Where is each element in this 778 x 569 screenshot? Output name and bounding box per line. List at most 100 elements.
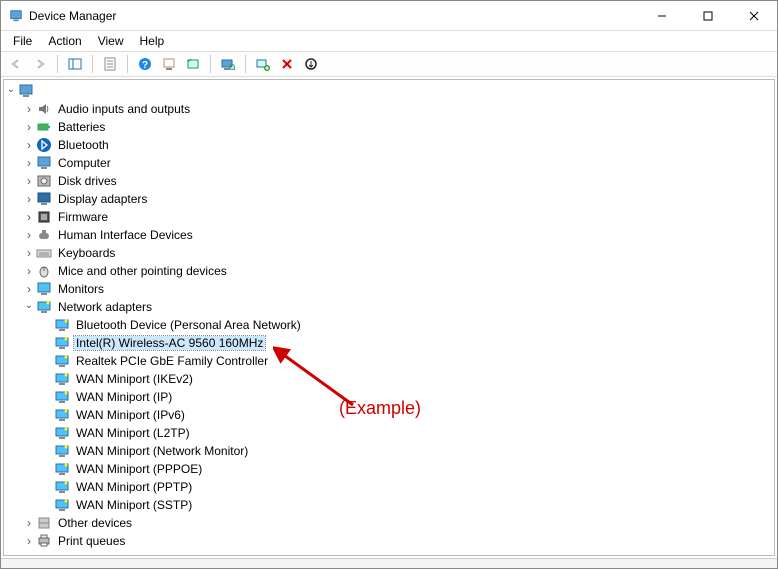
expand-arrow-icon[interactable]	[22, 174, 36, 188]
expand-arrow-icon[interactable]	[22, 264, 36, 278]
computer-icon	[18, 83, 34, 99]
minimize-button[interactable]	[639, 1, 685, 31]
window-controls	[639, 1, 777, 31]
tree-item-label: Display adapters	[56, 192, 149, 206]
tree-device[interactable]: WAN Miniport (IP)	[4, 388, 774, 406]
toolbar: ?	[1, 51, 777, 77]
tree-category[interactable]: Audio inputs and outputs	[4, 100, 774, 118]
update-driver-button[interactable]	[158, 53, 180, 75]
tree-item-label: Monitors	[56, 282, 106, 296]
menu-help[interactable]: Help	[132, 32, 173, 50]
status-bar	[1, 558, 777, 568]
tree-category[interactable]: Keyboards	[4, 244, 774, 262]
tree-item-label: Human Interface Devices	[56, 228, 195, 242]
properties-button[interactable]	[99, 53, 121, 75]
toolbar-separator	[127, 55, 128, 73]
tree-device[interactable]: WAN Miniport (IKEv2)	[4, 370, 774, 388]
tree-item-label: Print queues	[56, 534, 127, 548]
tree-item-label: WAN Miniport (PPTP)	[74, 480, 194, 494]
expand-arrow-icon[interactable]	[4, 86, 18, 97]
uninstall-button[interactable]	[182, 53, 204, 75]
expand-arrow-icon[interactable]	[22, 282, 36, 296]
tree-category[interactable]: Display adapters	[4, 190, 774, 208]
tree-root[interactable]	[4, 82, 774, 100]
tree-category[interactable]: Human Interface Devices	[4, 226, 774, 244]
network-icon	[54, 371, 70, 387]
tree-device[interactable]: Bluetooth Device (Personal Area Network)	[4, 316, 774, 334]
tree-item-label: Keyboards	[56, 246, 117, 260]
network-icon	[54, 461, 70, 477]
remove-button[interactable]	[276, 53, 298, 75]
tree-item-label: Firmware	[56, 210, 110, 224]
tree-device[interactable]: WAN Miniport (IPv6)	[4, 406, 774, 424]
enable-disable-button[interactable]	[300, 53, 322, 75]
close-button[interactable]	[731, 1, 777, 31]
tree-item-label: Batteries	[56, 120, 107, 134]
network-icon	[54, 317, 70, 333]
expand-arrow-icon[interactable]	[22, 120, 36, 134]
other-icon	[36, 515, 52, 531]
add-hardware-button[interactable]	[252, 53, 274, 75]
tree-device[interactable]: WAN Miniport (L2TP)	[4, 424, 774, 442]
tree-item-label: WAN Miniport (SSTP)	[74, 498, 194, 512]
expand-arrow-icon[interactable]	[22, 156, 36, 170]
tree-category[interactable]: Monitors	[4, 280, 774, 298]
network-icon	[54, 389, 70, 405]
tree-category[interactable]: Disk drives	[4, 172, 774, 190]
expand-arrow-icon[interactable]	[22, 210, 36, 224]
expand-arrow-icon[interactable]	[22, 228, 36, 242]
tree-item-label: WAN Miniport (PPPOE)	[74, 462, 204, 476]
expand-arrow-icon[interactable]	[22, 138, 36, 152]
device-tree[interactable]: Audio inputs and outputs Batteries Bluetoo…	[3, 79, 775, 556]
expand-arrow-icon[interactable]	[22, 516, 36, 530]
tree-category[interactable]: Bluetooth	[4, 136, 774, 154]
network-icon	[54, 443, 70, 459]
expand-arrow-icon[interactable]	[22, 102, 36, 116]
tree-category[interactable]: Mice and other pointing devices	[4, 262, 774, 280]
tree-device[interactable]: WAN Miniport (SSTP)	[4, 496, 774, 514]
tree-item-label: WAN Miniport (Network Monitor)	[74, 444, 250, 458]
tree-item-label: Computer	[56, 156, 113, 170]
tree-category[interactable]: Network adapters	[4, 298, 774, 316]
tree-device[interactable]: WAN Miniport (PPPOE)	[4, 460, 774, 478]
tree-item-label: Disk drives	[56, 174, 119, 188]
mouse-icon	[36, 263, 52, 279]
scan-hardware-button[interactable]	[217, 53, 239, 75]
expand-arrow-icon[interactable]	[22, 192, 36, 206]
tree-category[interactable]: Firmware	[4, 208, 774, 226]
expand-arrow-icon[interactable]	[22, 302, 36, 313]
tree-device[interactable]: Realtek PCIe GbE Family Controller	[4, 352, 774, 370]
computer-icon	[36, 155, 52, 171]
expand-arrow-icon[interactable]	[22, 534, 36, 548]
tree-item-label: Audio inputs and outputs	[56, 102, 192, 116]
help-button[interactable]: ?	[134, 53, 156, 75]
tree-category[interactable]: Print queues	[4, 532, 774, 550]
tree-category[interactable]: Other devices	[4, 514, 774, 532]
nav-forward-button[interactable]	[29, 53, 51, 75]
show-hide-tree-button[interactable]	[64, 53, 86, 75]
network-icon	[54, 425, 70, 441]
keyboard-icon	[36, 245, 52, 261]
tree-item-label: Other devices	[56, 516, 134, 530]
tree-device[interactable]: WAN Miniport (Network Monitor)	[4, 442, 774, 460]
tree-device[interactable]: WAN Miniport (PPTP)	[4, 478, 774, 496]
tree-category[interactable]: Computer	[4, 154, 774, 172]
tree-device[interactable]: Intel(R) Wireless-AC 9560 160MHz	[4, 334, 774, 352]
network-icon	[54, 497, 70, 513]
tree-item-label: Bluetooth	[56, 138, 111, 152]
expand-arrow-icon[interactable]	[22, 246, 36, 260]
menu-file[interactable]: File	[5, 32, 40, 50]
nav-back-button[interactable]	[5, 53, 27, 75]
menu-action[interactable]: Action	[40, 32, 89, 50]
tree-item-label: Realtek PCIe GbE Family Controller	[74, 354, 270, 368]
maximize-button[interactable]	[685, 1, 731, 31]
network-icon	[54, 479, 70, 495]
monitor-icon	[36, 281, 52, 297]
bluetooth-icon	[36, 137, 52, 153]
menu-view[interactable]: View	[90, 32, 132, 50]
tree-item-label: Mice and other pointing devices	[56, 264, 229, 278]
tree-category[interactable]: Batteries	[4, 118, 774, 136]
toolbar-separator	[92, 55, 93, 73]
tree-item-label: WAN Miniport (IP)	[74, 390, 174, 404]
display-icon	[36, 191, 52, 207]
